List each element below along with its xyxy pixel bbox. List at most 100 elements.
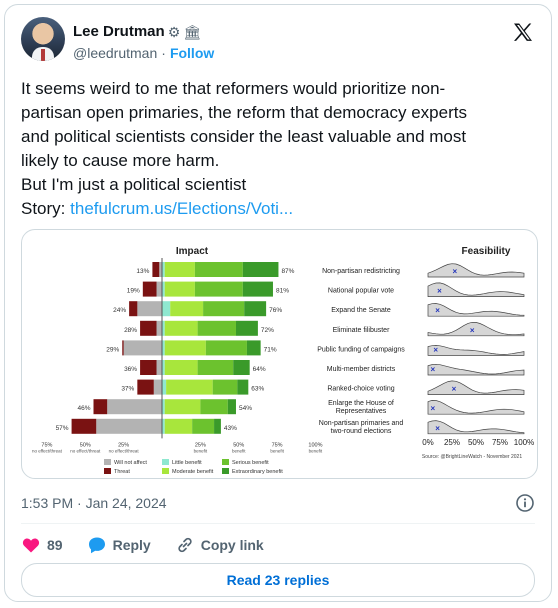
bar-moderate-benefit <box>164 418 193 434</box>
bar-extraordinary-benefit <box>237 379 249 395</box>
bar-serious-benefit <box>194 281 243 297</box>
chart-title-impact: Impact <box>176 246 209 257</box>
legend-swatch <box>162 468 169 474</box>
author-name-row: Lee Drutman ⚙ 🏛 <box>73 23 201 40</box>
bar-serious-benefit <box>212 379 238 395</box>
tweet-line: It seems weird to me that reformers woul… <box>21 79 446 98</box>
bar-extraordinary-benefit <box>235 320 258 336</box>
bar-will-not-affect <box>156 320 162 336</box>
tweet-line: partisan open primaries, the reform that… <box>21 103 467 122</box>
bar-threat <box>71 418 97 434</box>
bar-moderate-benefit <box>164 360 198 375</box>
legend-label: Serious benefit <box>232 460 269 466</box>
tweet-line: But I'm just a political scientist <box>21 175 247 194</box>
reply-button[interactable]: Reply <box>87 535 151 555</box>
bar-threat <box>137 379 154 395</box>
right-axis-subtick: benefit <box>232 448 246 453</box>
bar-serious-benefit <box>205 340 247 356</box>
category-label: Eliminate filibuster <box>333 327 390 334</box>
bar-threat <box>152 262 160 277</box>
separator-dot: · <box>161 45 166 61</box>
author-name[interactable]: Lee Drutman <box>73 23 165 40</box>
bar-will-not-affect <box>96 418 162 434</box>
positive-total-label: 71% <box>264 346 277 353</box>
positive-total-label: 76% <box>269 307 282 314</box>
legend-label: Will not affect <box>114 460 147 466</box>
copy-link-button[interactable]: Copy link <box>175 535 264 555</box>
positive-total-label: 72% <box>261 327 274 334</box>
positive-total-label: 63% <box>251 386 264 393</box>
left-axis-subtick: no effect/threat <box>32 448 63 453</box>
follow-button[interactable]: Follow <box>170 45 214 61</box>
bar-moderate-benefit <box>170 301 204 317</box>
positive-total-label: 81% <box>276 288 289 295</box>
tweet-text: It seems weird to me that reformers woul… <box>21 77 536 221</box>
bar-will-not-affect <box>123 340 162 356</box>
divider <box>21 523 535 524</box>
bar-little-benefit <box>162 379 167 395</box>
bar-extraordinary-benefit <box>233 360 250 375</box>
timestamp[interactable]: 1:53 PM · Jan 24, 2024 <box>21 495 167 511</box>
negative-total-label: 13% <box>136 268 149 275</box>
positive-total-label: 43% <box>224 425 237 432</box>
reply-label: Reply <box>112 537 151 553</box>
feasibility-axis-tick: 25% <box>444 438 460 447</box>
feasibility-density <box>427 400 525 415</box>
positive-total-label: 64% <box>253 366 266 373</box>
bar-will-not-affect <box>107 399 162 415</box>
feasibility-axis-tick: 50% <box>468 438 484 447</box>
story-link[interactable]: thefulcrum.us/Elections/Voti... <box>70 199 293 218</box>
category-label: Multi-member districts <box>327 366 396 373</box>
story-label: Story: <box>21 199 66 218</box>
bar-serious-benefit <box>197 320 236 336</box>
feasibility-density <box>427 363 525 376</box>
feasibility-mean-marker: × <box>430 404 435 413</box>
info-icon[interactable] <box>515 493 535 513</box>
left-axis-subtick: no effect/threat <box>109 448 140 453</box>
category-label: Representatives <box>336 408 387 415</box>
avatar[interactable] <box>21 17 65 61</box>
bar-threat <box>93 399 108 415</box>
bar-threat <box>122 340 124 356</box>
action-bar: 89 Reply Copy link <box>21 531 288 559</box>
chart-title-feasibility: Feasibility <box>462 246 511 257</box>
bar-moderate-benefit <box>164 262 195 277</box>
story-line: Story: thefulcrum.us/Elections/Voti... <box>21 197 536 221</box>
bar-extraordinary-benefit <box>244 301 267 317</box>
legend-label: Little benefit <box>172 460 202 466</box>
category-label: Ranked-choice voting <box>327 386 394 393</box>
like-button[interactable]: 89 <box>21 535 63 555</box>
feasibility-density <box>427 263 525 278</box>
feasibility-axis-tick: 100% <box>514 438 534 447</box>
category-label: Non-partisan redistricting <box>322 268 400 275</box>
negative-total-label: 24% <box>113 307 126 314</box>
tweet-line: likely to cause more harm. <box>21 151 220 170</box>
bar-extraordinary-benefit <box>242 262 279 277</box>
negative-total-label: 46% <box>77 405 90 412</box>
legend-swatch <box>162 459 169 465</box>
author-handle[interactable]: @leedrutman <box>73 45 157 61</box>
legend-label: Extraordinary benefit <box>232 469 283 475</box>
feasibility-density <box>427 282 525 297</box>
tweet-line: and political scientists consider the le… <box>21 127 467 146</box>
right-axis-subtick: benefit <box>194 448 208 453</box>
x-logo-icon[interactable] <box>511 21 535 45</box>
category-label: Non-partisan primaries and <box>319 420 404 427</box>
bar-serious-benefit <box>194 262 243 277</box>
bar-moderate-benefit <box>164 320 198 336</box>
bar-will-not-affect <box>153 379 162 395</box>
feasibility-mean-marker: × <box>453 267 458 276</box>
feasibility-mean-marker: × <box>433 345 438 354</box>
chart-source: Source: @BrightLineWatch - November 2021 <box>422 454 522 460</box>
government-icon: 🏛 <box>183 23 202 40</box>
reply-bubble-icon <box>88 537 105 554</box>
negative-total-label: 37% <box>121 386 134 393</box>
feasibility-mean-marker: × <box>452 385 457 394</box>
category-label: Enlarge the House of <box>328 400 394 407</box>
bar-extraordinary-benefit <box>246 340 261 356</box>
bar-moderate-benefit <box>166 379 213 395</box>
read-replies-button[interactable]: Read 23 replies <box>21 563 535 597</box>
positive-total-label: 54% <box>239 405 252 412</box>
link-icon <box>178 537 192 553</box>
attached-chart-image[interactable]: Impact Feasibility 13% 87% Non-partisan redi… <box>21 229 538 479</box>
